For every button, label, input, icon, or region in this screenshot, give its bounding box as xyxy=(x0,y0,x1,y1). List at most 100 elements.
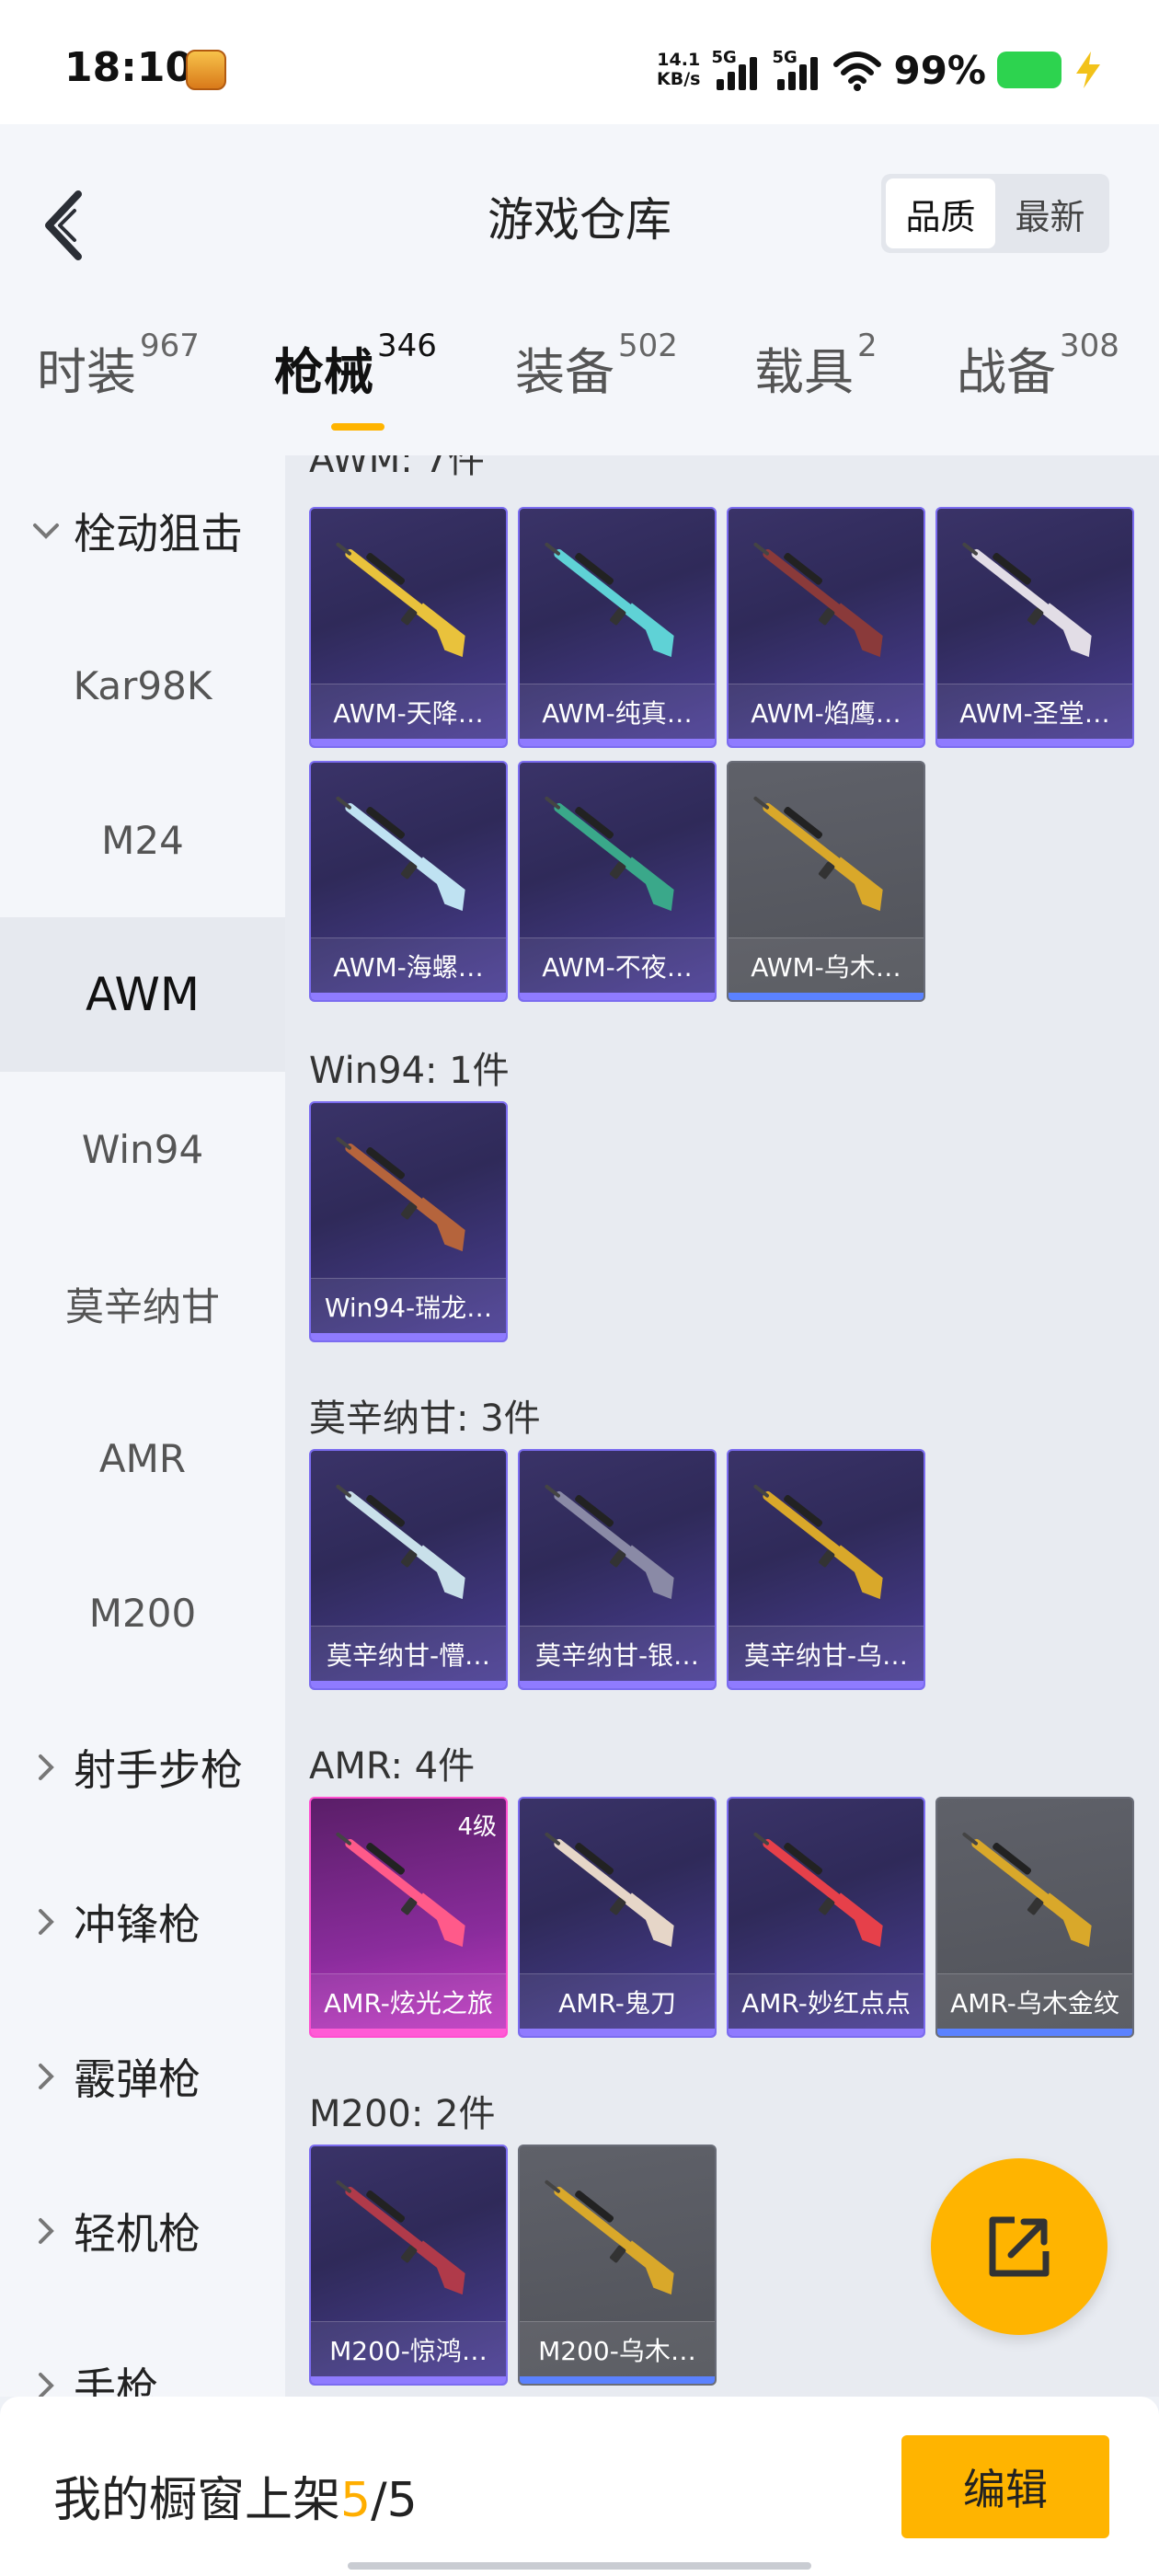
item-name: AWM-纯真… xyxy=(520,684,715,739)
item-card[interactable]: M200-惊鸿… xyxy=(309,2145,508,2386)
section-title: M200: 2件 xyxy=(309,2093,496,2135)
showcase-label: 我的橱窗上架 xyxy=(53,2473,341,2528)
sidebar-group-label: 手枪 xyxy=(74,2363,158,2397)
sidebar-group-label: 轻机枪 xyxy=(74,2209,201,2259)
active-tab-indicator xyxy=(331,423,384,431)
item-name: 莫辛纳甘-懵… xyxy=(311,1626,506,1681)
rifle-icon xyxy=(336,542,465,658)
item-card[interactable]: 莫辛纳甘-懵… xyxy=(309,1449,508,1690)
item-card[interactable]: AMR-鬼刀 xyxy=(518,1797,717,2038)
item-name: AWM-乌木… xyxy=(729,937,924,993)
sidebar-item-m200[interactable]: M200 xyxy=(0,1535,285,1690)
share-button[interactable] xyxy=(931,2158,1107,2335)
sidebar-group-bolt-action[interactable]: 栓动狙击 xyxy=(0,455,285,608)
sidebar-item-win94[interactable]: Win94 xyxy=(0,1072,285,1226)
item-grid: AWM: 7件 AWM-天降… AWM-纯真… AWM-焰鹰… AWM-圣堂… AWM-… xyxy=(285,455,1159,2397)
item-card[interactable]: AWM-焰鹰… xyxy=(727,507,925,748)
sidebar-item-m24[interactable]: M24 xyxy=(0,763,285,917)
chevron-right-icon xyxy=(39,1754,54,1780)
rarity-bar xyxy=(937,2029,1132,2036)
item-card[interactable]: AWM-圣堂… xyxy=(935,507,1134,748)
tab-count: 346 xyxy=(377,328,437,364)
sidebar-group-label: 栓动狙击 xyxy=(74,509,243,558)
item-card[interactable]: 4级 AMR-炫光之旅 xyxy=(309,1797,508,2038)
battery-percent: 99% xyxy=(893,47,986,93)
chevron-right-icon xyxy=(39,1909,54,1935)
sidebar-group-pistol[interactable]: 手枪 xyxy=(0,2308,285,2397)
sidebar-group-shotgun[interactable]: 霰弹枪 xyxy=(0,1999,285,2154)
rarity-bar xyxy=(311,993,506,1000)
tab-fashion[interactable]: 时装 967 xyxy=(37,328,200,432)
rifle-icon xyxy=(336,1484,465,1600)
net-speed-unit: KB/s xyxy=(657,69,701,89)
sidebar-item-kar98k[interactable]: Kar98K xyxy=(0,608,285,763)
tab-count: 502 xyxy=(618,328,678,364)
tab-label: 载具 xyxy=(754,343,854,401)
item-name: AWM-圣堂… xyxy=(937,684,1132,739)
sidebar-group-label: 射手步枪 xyxy=(74,1745,243,1795)
tab-equipment[interactable]: 装备 502 xyxy=(515,328,678,432)
rifle-icon xyxy=(545,2179,674,2295)
sidebar-group-smg[interactable]: 冲锋枪 xyxy=(0,1845,285,1999)
status-right-group: 14.1 KB/s 5G 5G 99% xyxy=(657,42,1104,98)
section-title: Win94: 1件 xyxy=(309,1050,510,1092)
tab-count: 308 xyxy=(1060,328,1119,364)
rarity-bar xyxy=(520,1681,715,1688)
sort-option-newest[interactable]: 最新 xyxy=(995,178,1105,248)
tab-supplies[interactable]: 战备 308 xyxy=(957,328,1119,432)
signal-icon: 5G xyxy=(772,48,821,92)
item-card[interactable]: AMR-乌木金纹 xyxy=(935,1797,1134,2038)
item-card[interactable]: AWM-不夜… xyxy=(518,761,717,1002)
item-name: Win94-瑞龙… xyxy=(311,1278,506,1333)
showcase-status: 我的橱窗上架5/5 xyxy=(53,2461,418,2530)
rarity-bar xyxy=(729,739,924,746)
showcase-current-count: 5 xyxy=(340,2473,372,2528)
rarity-bar xyxy=(311,2376,506,2384)
item-card[interactable]: 莫辛纳甘-乌… xyxy=(727,1449,925,1690)
net-speed-value: 14.1 xyxy=(657,50,701,70)
showcase-separator: / xyxy=(371,2473,387,2528)
rarity-bar xyxy=(729,1681,924,1688)
item-card[interactable]: AWM-纯真… xyxy=(518,507,717,748)
sidebar-item-awm[interactable]: AWM xyxy=(0,917,285,1072)
item-card[interactable]: AWM-海螺… xyxy=(309,761,508,1002)
sidebar-item-amr[interactable]: AMR xyxy=(0,1381,285,1535)
section-title: AMR: 4件 xyxy=(309,1745,476,1788)
item-name: AMR-鬼刀 xyxy=(520,1973,715,2029)
rifle-icon xyxy=(753,1832,883,1948)
rarity-bar xyxy=(311,1681,506,1688)
rarity-bar xyxy=(937,739,1132,746)
item-name: AWM-海螺… xyxy=(311,937,506,993)
item-name: AMR-炫光之旅 xyxy=(311,1973,506,2029)
tab-guns[interactable]: 枪械 346 xyxy=(274,328,437,432)
item-name: M200-惊鸿… xyxy=(311,2321,506,2376)
item-card[interactable]: 莫辛纳甘-银… xyxy=(518,1449,717,1690)
rarity-bar xyxy=(520,739,715,746)
battery-icon xyxy=(997,52,1061,88)
sidebar-item-mosin-nagant[interactable]: 莫辛纳甘 xyxy=(0,1226,285,1381)
sort-option-quality[interactable]: 品质 xyxy=(886,178,995,248)
sidebar-group-label: 冲锋枪 xyxy=(74,1900,201,1949)
tab-vehicles[interactable]: 载具 2 xyxy=(754,328,878,432)
edit-button[interactable]: 编辑 xyxy=(901,2435,1109,2538)
rarity-bar xyxy=(311,739,506,746)
signal-label: 5G xyxy=(711,48,737,67)
item-card[interactable]: M200-乌木… xyxy=(518,2145,717,2386)
rarity-bar xyxy=(729,993,924,1000)
item-name: 莫辛纳甘-银… xyxy=(520,1626,715,1681)
item-card[interactable]: AMR-妙红点点 xyxy=(727,1797,925,2038)
item-name: AWM-不夜… xyxy=(520,937,715,993)
sidebar-group-marksman-rifle[interactable]: 射手步枪 xyxy=(0,1690,285,1845)
item-card[interactable]: AWM-乌木… xyxy=(727,761,925,1002)
tab-label: 时装 xyxy=(37,343,136,401)
item-card[interactable]: Win94-瑞龙… xyxy=(309,1101,508,1342)
signal-icon: 5G xyxy=(711,48,761,92)
status-bar: 18:10 14.1 KB/s 5G 5G 99% xyxy=(0,0,1159,124)
net-speed: 14.1 KB/s xyxy=(657,51,700,89)
item-name: M200-乌木… xyxy=(520,2321,715,2376)
item-name: AMR-乌木金纹 xyxy=(937,1973,1132,2029)
item-card[interactable]: AWM-天降… xyxy=(309,507,508,748)
rifle-icon xyxy=(336,796,465,912)
sidebar-group-lmg[interactable]: 轻机枪 xyxy=(0,2154,285,2308)
item-name: AMR-妙红点点 xyxy=(729,1973,924,2029)
